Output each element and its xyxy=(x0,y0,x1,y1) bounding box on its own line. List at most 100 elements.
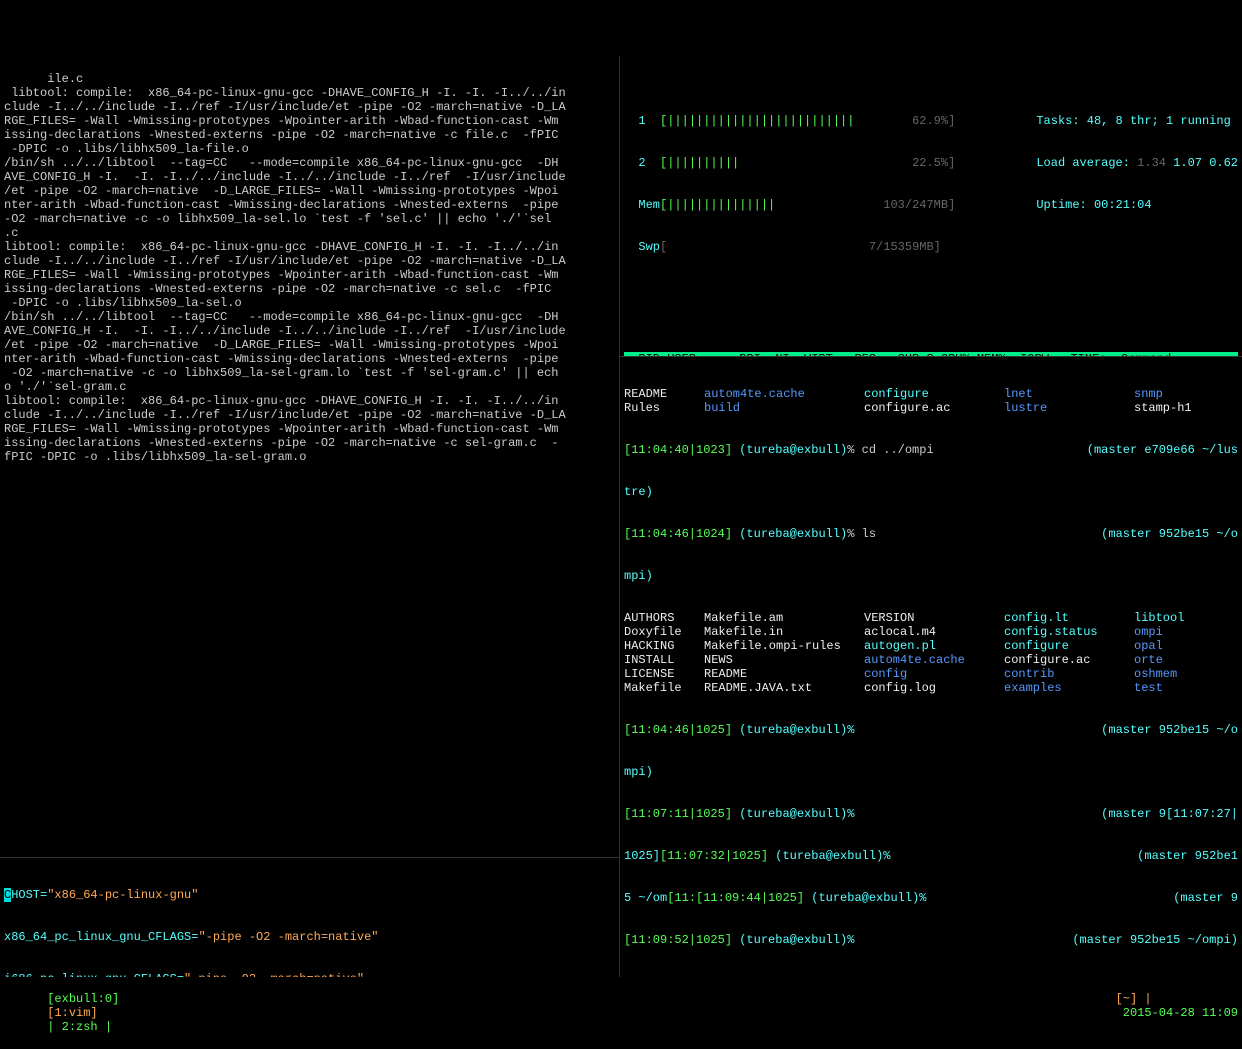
ls-entry: libtool xyxy=(1134,611,1238,625)
prompt-git: (master 952be15 ~/ompi) xyxy=(1072,933,1238,947)
ls-entry: stamp-h1 xyxy=(1134,401,1238,415)
vim-var: x86_64_pc_linux_gnu_CFLAGS= xyxy=(4,930,198,944)
ls-entry: Makefile.in xyxy=(704,625,864,639)
terminal-pane[interactable]: READMEautom4te.cacheconfigurelnetsnmpRul… xyxy=(620,356,1242,977)
prompt-time: [11:[11:09:44|1025] xyxy=(667,891,804,905)
prompt-user: (tureba@exbull) xyxy=(732,527,847,541)
vim-pane[interactable]: CHOST="x86_64-pc-linux-gnu" x86_64_pc_li… xyxy=(0,857,619,977)
cpu1-pct: 62.9% xyxy=(912,114,948,128)
ls-entry: autom4te.cache xyxy=(704,387,864,401)
ls-entry: autom4te.cache xyxy=(864,653,1004,667)
vim-var: HOST= xyxy=(11,888,47,902)
uptime: Uptime: 00:21:04 xyxy=(1036,198,1238,212)
prompt-pct: % xyxy=(919,891,926,905)
ls-entry: AUTHORS xyxy=(624,611,704,625)
compile-text: ile.c libtool: compile: x86_64-pc-linux-… xyxy=(4,72,566,464)
cpu1-label: 1 xyxy=(624,114,660,128)
ls-entry: autogen.pl xyxy=(864,639,1004,653)
prompt-user: (tureba@exbull) xyxy=(732,723,847,737)
vim-string: "-pipe -O2 -march=native" xyxy=(198,930,378,944)
mem-label: Mem xyxy=(624,198,660,212)
prompt-time: [11:07:32|1025] xyxy=(660,849,768,863)
ls-entry: orte xyxy=(1134,653,1238,667)
prompt-git: (master 952be1 xyxy=(1137,849,1238,863)
ls-entry: aclocal.m4 xyxy=(864,625,1004,639)
prompt-user: (tureba@exbull) xyxy=(732,443,847,457)
prompt-time: [11:04:46|1024] xyxy=(624,527,732,541)
ls-entry: README xyxy=(624,387,704,401)
compile-output-pane: ile.c libtool: compile: x86_64-pc-linux-… xyxy=(0,56,619,857)
ls-entry: configure xyxy=(864,387,1004,401)
ls-entry: lustre xyxy=(1004,401,1134,415)
prompt-wrap: 5 ~/om xyxy=(624,891,667,905)
prompt-cmd: % ls xyxy=(847,527,876,541)
ls-entry: opal xyxy=(1134,639,1238,653)
ls-entry: Makefile xyxy=(624,681,704,695)
mem-val: 103/247MB xyxy=(883,198,948,212)
ls-entry: config.lt xyxy=(1004,611,1134,625)
prompt-user: (tureba@exbull) xyxy=(768,849,883,863)
ls-entry: configure.ac xyxy=(1004,653,1134,667)
load1: 1.34 xyxy=(1137,156,1166,170)
prompt-cmd: % cd ../ompi xyxy=(847,443,933,457)
htop-pane[interactable]: 1 [|||||||||||||||||||||||||| 62.9%] 2 [… xyxy=(620,56,1242,356)
prompt-wrap: 1025] xyxy=(624,849,660,863)
ls-entry: examples xyxy=(1004,681,1134,695)
prompt-git: (master 952be15 ~/o xyxy=(1101,723,1238,737)
tmux-session[interactable]: [exbull:0] xyxy=(47,992,119,1006)
tasks-count: Tasks: 48, 8 thr; 1 running xyxy=(1036,114,1238,128)
prompt-user: (tureba@exbull) xyxy=(804,891,919,905)
prompt-git: (master 9 xyxy=(1173,891,1238,905)
tmux-window[interactable]: [1:vim] xyxy=(47,1006,97,1020)
cpu2-pct: 22.5% xyxy=(912,156,948,170)
ls-entry: config.status xyxy=(1004,625,1134,639)
ls-entry: oshmem xyxy=(1134,667,1238,681)
prompt-time: [11:04:40|1023] xyxy=(624,443,732,457)
prompt-time: [11:04:46|1025] xyxy=(624,723,732,737)
prompt-cont: mpi) xyxy=(624,765,1238,779)
ls-entry: snmp xyxy=(1134,387,1238,401)
swp-bar: [ xyxy=(660,240,869,254)
ls-entry: Doxyfile xyxy=(624,625,704,639)
prompt-pct: % xyxy=(847,933,854,947)
prompt-pct: % xyxy=(847,723,854,737)
vim-cursor: C xyxy=(4,888,11,902)
prompt-git: (master 952be15 ~/o xyxy=(1101,527,1238,541)
prompt-user: (tureba@exbull) xyxy=(732,933,847,947)
ls-entry: config.log xyxy=(864,681,1004,695)
prompt-cont: mpi) xyxy=(624,569,1238,583)
ls-entry: Makefile.am xyxy=(704,611,864,625)
ls-entry: VERSION xyxy=(864,611,1004,625)
load-rest: 1.07 0.62 xyxy=(1166,156,1238,170)
ls-entry: configure.ac xyxy=(864,401,1004,415)
ls-entry: README.JAVA.txt xyxy=(704,681,864,695)
prompt-cont: tre) xyxy=(624,485,1238,499)
ls-entry: Makefile.ompi-rules xyxy=(704,639,864,653)
vim-string: "x86_64-pc-linux-gnu" xyxy=(47,888,198,902)
prompt-time: [11:07:11|1025] xyxy=(624,807,732,821)
ls-entry: configure xyxy=(1004,639,1134,653)
ls-entry: contrib xyxy=(1004,667,1134,681)
ls-entry: HACKING xyxy=(624,639,704,653)
ls-output: AUTHORSMakefile.amVERSIONconfig.ltlibtoo… xyxy=(624,611,1238,695)
prompt-pct: % xyxy=(883,849,890,863)
cpu1-bar: [|||||||||||||||||||||||||| xyxy=(660,114,912,128)
prompt-git: (master 9[11:07:27| xyxy=(1101,807,1238,821)
ls-entry: LICENSE xyxy=(624,667,704,681)
ls-entry: ompi xyxy=(1134,625,1238,639)
ls-entry: build xyxy=(704,401,864,415)
tmux-clock: 2015-04-28 11:09 xyxy=(1116,1006,1238,1020)
cpu2-label: 2 xyxy=(624,156,660,170)
prompt-time: [11:09:52|1025] xyxy=(624,933,732,947)
tmux-window-active[interactable]: | 2:zsh | xyxy=(47,1020,112,1034)
tmux-statusbar[interactable]: [exbull:0] [1:vim] | 2:zsh | [~] | 2015-… xyxy=(0,977,1242,1049)
prompt-user: (tureba@exbull) xyxy=(732,807,847,821)
ls-entry: README xyxy=(704,667,864,681)
ls-entry: INSTALL xyxy=(624,653,704,667)
ls-entry: Rules xyxy=(624,401,704,415)
ls-entry: NEWS xyxy=(704,653,864,667)
tmux-path: [~] | xyxy=(1116,992,1152,1006)
load-label: Load average: xyxy=(1036,156,1137,170)
ls-entry: test xyxy=(1134,681,1238,695)
cpu2-bar: [|||||||||| xyxy=(660,156,912,170)
